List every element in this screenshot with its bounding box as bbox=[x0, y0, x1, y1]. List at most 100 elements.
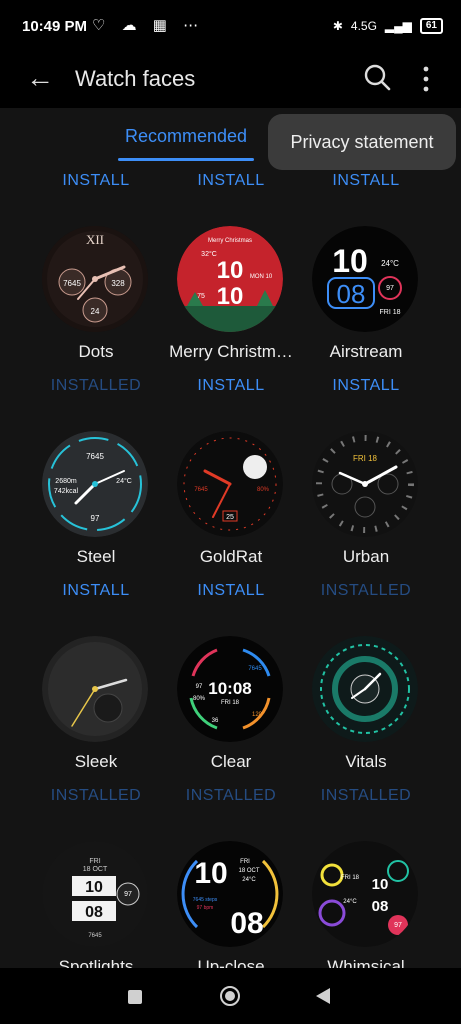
face-label: Dots bbox=[78, 342, 114, 361]
date-text: FRI 18 bbox=[353, 454, 378, 463]
watch-face-whimsical[interactable]: FRI 18 10 08 24°C 97 bbox=[312, 841, 418, 947]
back-arrow-icon[interactable]: ← bbox=[26, 62, 54, 94]
watch-face-steel[interactable]: 7645 2680m 742kcal 24°C 97 bbox=[42, 431, 148, 537]
watch-face-christmas[interactable]: Merry Christmas 32°C 10 10 MON 10 75 bbox=[177, 226, 283, 332]
bluetooth-icon: ✱ bbox=[332, 19, 343, 33]
watch-faces-list[interactable]: Recommended INSTALL INSTALL INSTALL XII … bbox=[0, 108, 461, 968]
date-text: FRI bbox=[240, 859, 250, 865]
recents-icon[interactable] bbox=[128, 990, 142, 1004]
app-bar: ← Watch faces bbox=[0, 56, 461, 108]
hr-text: 97 bpm bbox=[197, 905, 214, 911]
banner-text: Merry Christmas bbox=[208, 238, 252, 244]
hour-text: 10 bbox=[217, 257, 244, 284]
status-icons: ♡ ☁ ▦ ⋯ bbox=[92, 17, 205, 34]
face-label: Whimsical bbox=[327, 957, 405, 968]
minute-text: 08 bbox=[372, 898, 389, 915]
date2-text: 18 OCT bbox=[238, 868, 259, 874]
search-icon[interactable] bbox=[362, 62, 392, 92]
nav-bar bbox=[0, 968, 461, 1024]
tab-recommended[interactable]: Recommended bbox=[118, 126, 254, 147]
hr-text: 97 bbox=[124, 891, 132, 898]
temp-text: 24°C bbox=[381, 259, 399, 268]
install-button[interactable]: INSTALL bbox=[161, 582, 301, 600]
back-triangle-icon[interactable] bbox=[316, 988, 330, 1004]
signal-icon: ▂▄▆ bbox=[384, 19, 412, 33]
day-text: 24 bbox=[91, 307, 100, 316]
date-text: FRI bbox=[89, 858, 100, 865]
face-label: Steel bbox=[76, 547, 116, 566]
watch-face-sleek[interactable] bbox=[42, 636, 148, 742]
date2-text: 18 OCT bbox=[83, 866, 108, 873]
privacy-statement-menu-item[interactable]: Privacy statement bbox=[268, 114, 456, 170]
steps-text: 7645 bbox=[86, 452, 104, 461]
minute-text: 10 bbox=[217, 283, 244, 310]
date-text: FRI 18 bbox=[221, 700, 240, 706]
network-label: 4.5G bbox=[350, 19, 377, 33]
date-text: FRI 18 bbox=[379, 309, 400, 316]
steps-text: 7645 bbox=[194, 487, 208, 493]
face-label: Up-close bbox=[197, 957, 265, 968]
home-icon[interactable] bbox=[220, 986, 240, 1006]
face-label: Clear bbox=[210, 752, 252, 771]
installed-button[interactable]: INSTALLED bbox=[26, 377, 166, 395]
install-button[interactable]: INSTALL bbox=[161, 377, 301, 395]
status-time: 10:49 PM bbox=[22, 18, 88, 35]
install-button[interactable]: INSTALL bbox=[26, 582, 166, 600]
temp-text: 32°C bbox=[201, 250, 217, 258]
hour-text: 10 bbox=[85, 879, 103, 896]
face-label: Spotlights bbox=[58, 957, 134, 968]
hr-text: 97 bbox=[91, 514, 100, 523]
install-button[interactable]: INSTALL bbox=[26, 172, 166, 190]
face-label: Merry Christm… bbox=[169, 342, 293, 361]
steps-text: 7645 bbox=[248, 666, 262, 672]
face-label: Urban bbox=[342, 547, 390, 566]
installed-button[interactable]: INSTALLED bbox=[26, 787, 166, 805]
minute-text: 08 bbox=[230, 907, 263, 940]
steps-text: 7645 bbox=[88, 933, 102, 939]
temp-text: 24°C bbox=[242, 877, 256, 883]
watch-face-spotlights[interactable]: FRI 18 OCT 10 08 97 7645 bbox=[42, 841, 148, 947]
date-text: 25 bbox=[226, 514, 234, 521]
status-bar: 10:49 PM ♡ ☁ ▦ ⋯ ✱ 4.5G ▂▄▆ 61 bbox=[0, 0, 461, 56]
kcal-text: 742kcal bbox=[54, 488, 79, 495]
more-options-icon[interactable] bbox=[416, 64, 436, 94]
install-button[interactable]: INSTALL bbox=[161, 172, 301, 190]
watch-face-urban[interactable]: FRI 18 bbox=[312, 431, 418, 537]
hr-text: 328 bbox=[111, 279, 125, 288]
watch-face-clear[interactable]: 10:08 FRI 18 97 7645 80% 36 120 bbox=[177, 636, 283, 742]
install-button[interactable]: INSTALL bbox=[296, 172, 436, 190]
status-right: ✱ 4.5G ▂▄▆ 61 bbox=[333, 18, 443, 34]
date-text: MON 10 bbox=[250, 274, 273, 280]
watch-face-goldrat[interactable]: 7645 80% 25 bbox=[177, 431, 283, 537]
watch-face-upclose[interactable]: 10 08 FRI 18 OCT 24°C 7645 steps 97 bpm bbox=[177, 841, 283, 947]
steps-text: 7645 bbox=[63, 279, 81, 288]
num2-text: 120 bbox=[252, 712, 263, 718]
hr-text: 97 bbox=[386, 285, 394, 292]
distance-text: 2680m bbox=[55, 478, 77, 485]
temp-text: 24°C bbox=[343, 899, 357, 905]
temp-text: 24°C bbox=[116, 477, 132, 485]
face-label: GoldRat bbox=[199, 547, 263, 566]
hour-text: 10 bbox=[194, 857, 227, 890]
pct-text: 80% bbox=[193, 696, 206, 702]
numeral-text: XII bbox=[86, 232, 104, 247]
hr-text: 97 bbox=[196, 684, 203, 690]
hour-text: 10 bbox=[332, 243, 368, 279]
time-text: 10:08 bbox=[208, 679, 251, 698]
battery-icon: 61 bbox=[419, 18, 443, 34]
installed-button[interactable]: INSTALLED bbox=[296, 787, 436, 805]
install-button[interactable]: INSTALL bbox=[296, 377, 436, 395]
minute-text: 08 bbox=[85, 904, 103, 921]
date-text: FRI 18 bbox=[341, 875, 360, 881]
installed-button[interactable]: INSTALLED bbox=[161, 787, 301, 805]
steps-text: 75 bbox=[197, 293, 205, 300]
hr-text: 97 bbox=[394, 922, 402, 929]
steps-text: 7645 steps bbox=[193, 897, 218, 903]
watch-face-dots[interactable]: XII 7645 328 24 bbox=[42, 226, 148, 332]
watch-face-airstream[interactable]: 10 08 24°C 97 FRI 18 bbox=[312, 226, 418, 332]
face-label: Sleek bbox=[74, 752, 118, 771]
num-text: 36 bbox=[212, 718, 219, 724]
watch-face-vitals[interactable] bbox=[312, 636, 418, 742]
pct-text: 80% bbox=[257, 487, 270, 493]
installed-button[interactable]: INSTALLED bbox=[296, 582, 436, 600]
